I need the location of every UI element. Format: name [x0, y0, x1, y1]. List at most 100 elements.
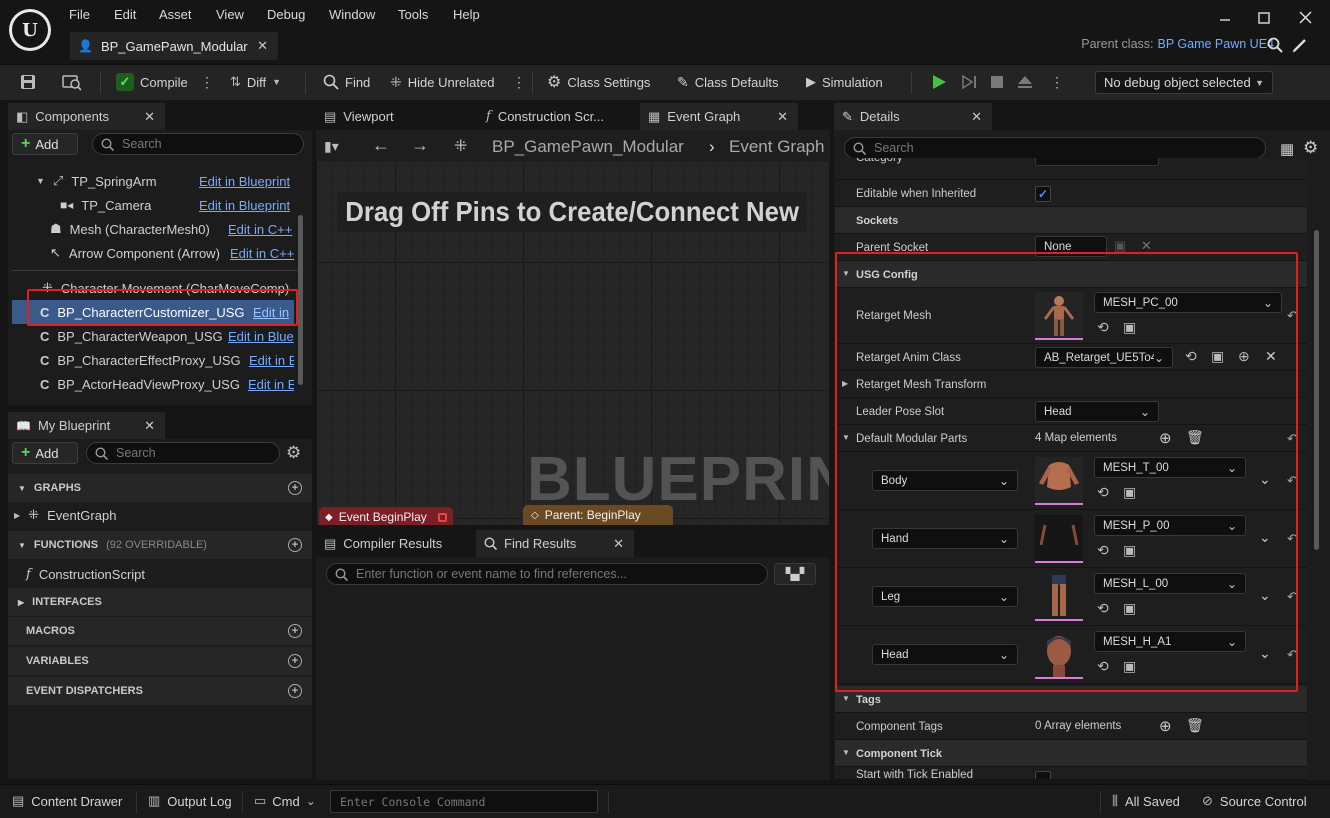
- compile-options-icon[interactable]: ⋮: [200, 65, 214, 99]
- add-graph-icon[interactable]: +: [288, 481, 302, 495]
- edit-in-link[interactable]: Edit in E: [248, 377, 294, 392]
- edit-in-link[interactable]: Edit in Blue: [228, 329, 294, 344]
- section-sockets[interactable]: Sockets: [835, 207, 1307, 234]
- component-row-mesh[interactable]: ☗ Mesh (CharacterMesh0) Edit in C++: [50, 217, 304, 241]
- simulation-button[interactable]: ▶ Simulation: [806, 65, 883, 99]
- component-row-headview[interactable]: C BP_ActorHeadViewProxy_USG Edit in E: [40, 372, 294, 396]
- eject-icon[interactable]: [1016, 65, 1034, 99]
- add-macro-icon[interactable]: +: [288, 624, 302, 638]
- menu-help[interactable]: Help: [453, 7, 480, 22]
- class-settings-button[interactable]: ⚙ Class Settings: [547, 65, 650, 99]
- maximize-icon[interactable]: [1254, 8, 1274, 28]
- component-row-effectproxy[interactable]: C BP_CharacterEffectProxy_USG Edit in E: [40, 348, 294, 372]
- tab-construction-script[interactable]: f Construction Scr...: [478, 103, 638, 130]
- menu-debug[interactable]: Debug: [267, 7, 305, 22]
- add-variable-icon[interactable]: +: [288, 654, 302, 668]
- add-tag-icon[interactable]: ⊕: [1159, 717, 1172, 735]
- parent-beginplay-node[interactable]: ◇ Parent: BeginPlay: [523, 505, 673, 525]
- back-arrow-icon[interactable]: ←: [372, 135, 390, 156]
- add-component-button[interactable]: + Add: [12, 133, 78, 155]
- details-search-input[interactable]: Search: [844, 137, 1266, 159]
- edit-in-blueprint-link[interactable]: Edit in Blueprint: [199, 198, 290, 213]
- output-log-button[interactable]: ▥ Output Log: [148, 793, 232, 809]
- editable-checkbox[interactable]: ✓: [1035, 186, 1051, 202]
- menu-tools[interactable]: Tools: [398, 7, 428, 22]
- menu-file[interactable]: File: [69, 7, 90, 22]
- edit-in-link[interactable]: Edit in E: [249, 353, 294, 368]
- add-function-icon[interactable]: +: [288, 538, 302, 552]
- step-icon[interactable]: [960, 65, 978, 99]
- cmd-dropdown[interactable]: ▭ Cmd ⌄: [254, 793, 316, 809]
- minimize-icon[interactable]: [1215, 8, 1235, 28]
- section-event-dispatchers[interactable]: EVENT DISPATCHERS +: [8, 677, 312, 705]
- compile-button[interactable]: ✓ Compile: [116, 65, 188, 99]
- component-row-weapon[interactable]: C BP_CharacterWeapon_USG Edit in Blue: [40, 324, 304, 348]
- menu-window[interactable]: Window: [329, 7, 375, 22]
- component-row-camera[interactable]: ■◂ TP_Camera Edit in Blueprint: [60, 193, 304, 217]
- stop-icon[interactable]: [988, 65, 1006, 99]
- table-view-icon[interactable]: ▦: [1280, 140, 1294, 158]
- browse-icon[interactable]: [62, 65, 82, 99]
- close-icon[interactable]: ✕: [144, 109, 155, 125]
- close-icon[interactable]: ✕: [613, 536, 624, 552]
- content-drawer-button[interactable]: ▤ Content Drawer: [12, 793, 122, 809]
- menu-asset[interactable]: Asset: [159, 7, 192, 22]
- play-icon[interactable]: [930, 65, 948, 99]
- binoculars-button[interactable]: ▚▞: [774, 563, 816, 585]
- category-combo[interactable]: [1035, 158, 1159, 166]
- all-saved-button[interactable]: ⫼ All Saved: [1112, 793, 1180, 809]
- find-button[interactable]: Find: [323, 65, 370, 99]
- parent-class-link[interactable]: BP Game Pawn UE4: [1158, 37, 1275, 51]
- tab-event-graph[interactable]: ▦ Event Graph ✕: [640, 103, 798, 130]
- menu-edit[interactable]: Edit: [114, 7, 136, 22]
- tab-find-results[interactable]: Find Results ✕: [476, 530, 634, 557]
- component-row-arrow[interactable]: ↖ Arrow Component (Arrow) Edit in C++: [50, 241, 304, 265]
- settings-gear-icon[interactable]: ⚙: [286, 443, 301, 463]
- close-icon[interactable]: ✕: [777, 109, 788, 125]
- event-graph-canvas[interactable]: Drag Off Pins to Create/Connect New BLUE…: [317, 162, 829, 525]
- event-graph-item[interactable]: ▶ ⁜ EventGraph: [14, 503, 304, 527]
- components-search-input[interactable]: Search: [92, 133, 304, 155]
- find-results-input[interactable]: Enter function or event name to find ref…: [326, 563, 768, 585]
- menu-view[interactable]: View: [216, 7, 244, 22]
- tab-compiler-results[interactable]: ▤ Compiler Results: [316, 530, 474, 557]
- debug-object-dropdown[interactable]: No debug object selected ▼: [1095, 71, 1273, 94]
- section-macros[interactable]: MACROS +: [8, 617, 312, 645]
- class-defaults-button[interactable]: ✎ Class Defaults: [677, 65, 779, 99]
- tab-viewport[interactable]: ▤ Viewport: [316, 103, 474, 130]
- component-row-springarm[interactable]: ▼ ⤢ TP_SpringArm Edit in Blueprint: [36, 169, 304, 193]
- details-scrollbar[interactable]: [1314, 230, 1319, 550]
- close-window-icon[interactable]: [1296, 8, 1316, 28]
- edit-in-cpp-link[interactable]: Edit in C++: [230, 246, 294, 261]
- tab-components[interactable]: ◧ Components ✕: [8, 103, 165, 130]
- section-interfaces[interactable]: ▶ INTERFACES: [8, 588, 312, 616]
- section-variables[interactable]: VARIABLES +: [8, 647, 312, 675]
- exec-pin-icon[interactable]: [438, 512, 447, 522]
- close-icon[interactable]: ✕: [257, 38, 268, 54]
- add-dispatcher-icon[interactable]: +: [288, 684, 302, 698]
- details-settings-gear-icon[interactable]: ⚙: [1303, 138, 1318, 158]
- construction-script-item[interactable]: f ConstructionScript: [26, 562, 296, 586]
- bookmark-icon[interactable]: ▮▾: [324, 138, 339, 155]
- unreal-logo-icon[interactable]: U: [9, 9, 51, 51]
- console-command-input[interactable]: Enter Console Command: [330, 790, 598, 813]
- graph-options-icon[interactable]: ⋮: [512, 65, 526, 99]
- section-component-tick[interactable]: ▼ Component Tick: [835, 740, 1307, 767]
- trash-icon[interactable]: 🗑: [1186, 717, 1204, 734]
- edit-in-blueprint-link[interactable]: Edit in Blueprint: [199, 174, 290, 189]
- tab-details[interactable]: ✎ Details ✕: [834, 103, 992, 130]
- close-icon[interactable]: ✕: [144, 418, 155, 434]
- forward-arrow-icon[interactable]: →: [411, 135, 429, 156]
- add-member-button[interactable]: + Add: [12, 442, 78, 464]
- components-scrollbar[interactable]: [298, 215, 303, 385]
- my-blueprint-search-input[interactable]: Search: [86, 442, 280, 464]
- edit-pen-icon[interactable]: [1292, 37, 1308, 53]
- hide-unrelated-button[interactable]: ⁜ Hide Unrelated: [390, 65, 494, 99]
- close-icon[interactable]: ✕: [971, 109, 982, 125]
- source-control-button[interactable]: ⊘ Source Control: [1202, 793, 1307, 809]
- search-icon[interactable]: [1267, 37, 1283, 53]
- breadcrumb-root[interactable]: BP_GamePawn_Modular: [492, 137, 684, 157]
- play-options-icon[interactable]: ⋮: [1050, 65, 1064, 99]
- event-beginplay-node[interactable]: ◆ Event BeginPlay: [319, 507, 453, 525]
- edit-in-cpp-link[interactable]: Edit in C++: [228, 222, 292, 237]
